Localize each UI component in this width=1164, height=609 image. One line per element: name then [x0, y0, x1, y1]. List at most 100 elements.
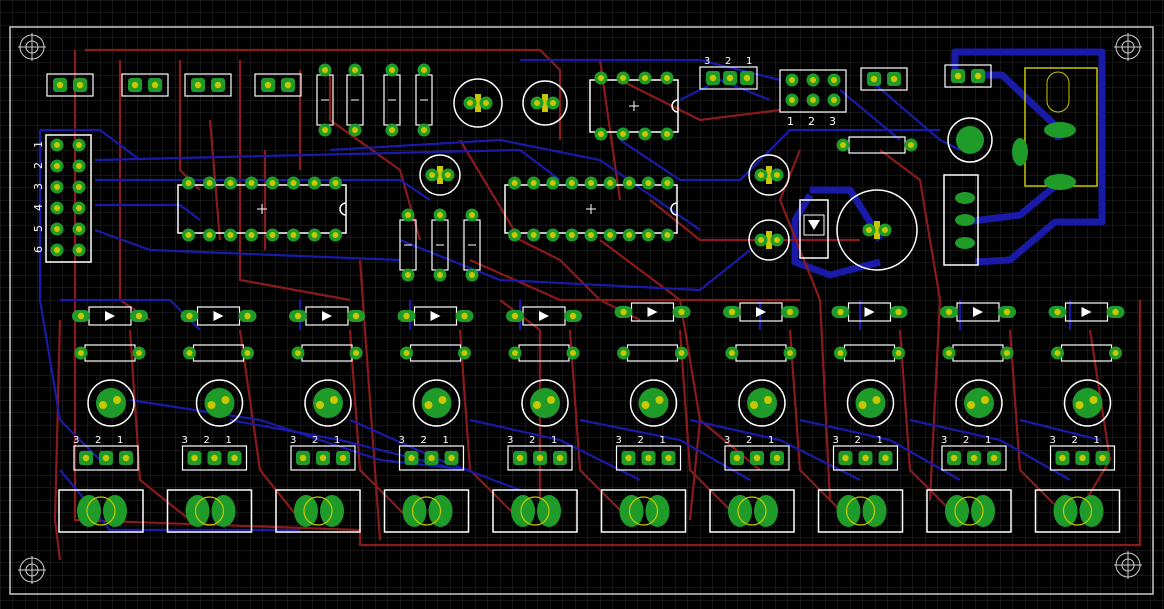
pad-hole — [645, 180, 652, 186]
pad-hole — [678, 308, 685, 316]
pad-hole — [76, 142, 82, 148]
pad-hole — [837, 308, 844, 316]
pad-hole — [353, 350, 359, 356]
pad-hole — [598, 75, 604, 81]
pad-hole — [54, 184, 60, 190]
pad-hole — [530, 180, 537, 186]
pad-hole — [774, 237, 780, 243]
channel-header-pin-label: 1 — [985, 435, 991, 446]
channel-header-pin-label: 3 — [616, 435, 622, 446]
pad-hole — [642, 131, 648, 137]
pad-hole — [645, 232, 652, 238]
pad-hole — [753, 454, 761, 462]
connector-left-pin-label: 3 — [32, 183, 45, 190]
pad-hole — [569, 312, 577, 320]
pad-hole — [437, 212, 443, 218]
pad-hole — [511, 180, 518, 186]
pad-hole — [294, 312, 302, 320]
channel-header-pin-label: 3 — [182, 435, 188, 446]
pad-hole — [568, 180, 575, 186]
pad-hole — [408, 454, 415, 462]
pad-hole — [352, 127, 358, 133]
pad-hole — [290, 180, 297, 186]
pad-hole — [1112, 308, 1119, 316]
pad-hole — [1079, 454, 1086, 462]
pad-hole — [774, 172, 780, 178]
pad-hole — [620, 350, 627, 356]
pad-hole — [678, 350, 685, 356]
pad-hole — [191, 454, 198, 462]
pad-hole — [185, 180, 192, 186]
pad-hole — [403, 350, 410, 356]
channel-header-pin-label: 1 — [334, 435, 340, 446]
pad-hole — [339, 454, 347, 462]
pad-hole — [831, 97, 837, 103]
pad-hole — [837, 350, 844, 356]
pad-hole — [568, 232, 575, 238]
pad-hole — [244, 312, 251, 320]
pad-hole — [990, 454, 998, 462]
pad-hole — [421, 67, 427, 73]
pad-hole — [758, 237, 764, 243]
channel-header-pin-label: 2 — [855, 435, 861, 446]
pad-hole — [945, 308, 953, 316]
pad-hole — [1099, 454, 1106, 462]
pad-hole — [1054, 350, 1061, 356]
pad-hole — [726, 74, 734, 82]
pad-hole — [1059, 454, 1066, 462]
pcb-canvas[interactable]: 1 2 3 4 5 6 3 2 1 1 2 3 3 2 1 3 2 1 3 2 1 3 2 1 3 2 1 3 2 1 3 2 1… — [0, 0, 1164, 609]
channel-header-pin-label: 1 — [226, 435, 232, 446]
pad-hole — [625, 454, 632, 462]
pad-hole — [664, 75, 670, 81]
pad-hole — [122, 454, 130, 462]
pad-hole — [810, 77, 816, 83]
pad-hole — [78, 350, 84, 356]
pad-hole — [516, 454, 524, 462]
header-top-a-pads — [706, 71, 754, 85]
pad-hole — [332, 180, 339, 186]
pad-hole — [284, 81, 292, 89]
pad-hole — [789, 97, 795, 103]
channel-header-pin-label: 2 — [1072, 435, 1078, 446]
pad-hole — [512, 350, 518, 356]
channel-header-pin-label: 3 — [724, 435, 730, 446]
pad-hole — [322, 127, 328, 133]
pad-hole — [549, 232, 556, 238]
channel-header-pin-label: 3 — [507, 435, 513, 446]
channel-header-pin-label: 2 — [95, 435, 101, 446]
pad-hole — [186, 312, 193, 320]
pad-hole — [421, 127, 427, 133]
channel-header-pin-label: 1 — [551, 435, 557, 446]
pad-hole — [665, 454, 672, 462]
pad-hole — [405, 272, 411, 278]
pad-hole — [54, 226, 60, 232]
pad-hole — [534, 100, 540, 106]
pad-hole — [773, 454, 781, 462]
pad-hole — [620, 308, 627, 316]
channel-header-pin-label: 3 — [941, 435, 947, 446]
pad-hole — [299, 454, 307, 462]
pad-hole — [709, 74, 717, 82]
header-top-b-pin-2: 2 — [808, 115, 815, 128]
pad-hole — [890, 75, 898, 83]
header-top-a-pin-1: 1 — [746, 56, 752, 67]
pad-hole — [269, 180, 276, 186]
connector-left-pin-label: 2 — [32, 162, 45, 169]
header-top-b-pin-1: 1 — [787, 115, 794, 128]
pad-hole — [448, 454, 455, 462]
pad-hole — [389, 127, 395, 133]
pad-hole — [311, 232, 318, 238]
pad-hole — [664, 232, 671, 238]
pad-hole — [729, 350, 735, 356]
pad-hole — [76, 247, 82, 253]
pad-hole — [77, 312, 85, 320]
pad-hole — [135, 312, 143, 320]
pad-hole — [882, 454, 889, 462]
pad-hole — [946, 350, 952, 356]
pad-hole — [244, 350, 251, 356]
channel-header-pin-label: 3 — [290, 435, 296, 446]
pad-hole — [227, 180, 234, 186]
pad-hole — [227, 232, 234, 238]
channel-header-pin-label: 2 — [204, 435, 210, 446]
pad-hole — [1112, 350, 1119, 356]
